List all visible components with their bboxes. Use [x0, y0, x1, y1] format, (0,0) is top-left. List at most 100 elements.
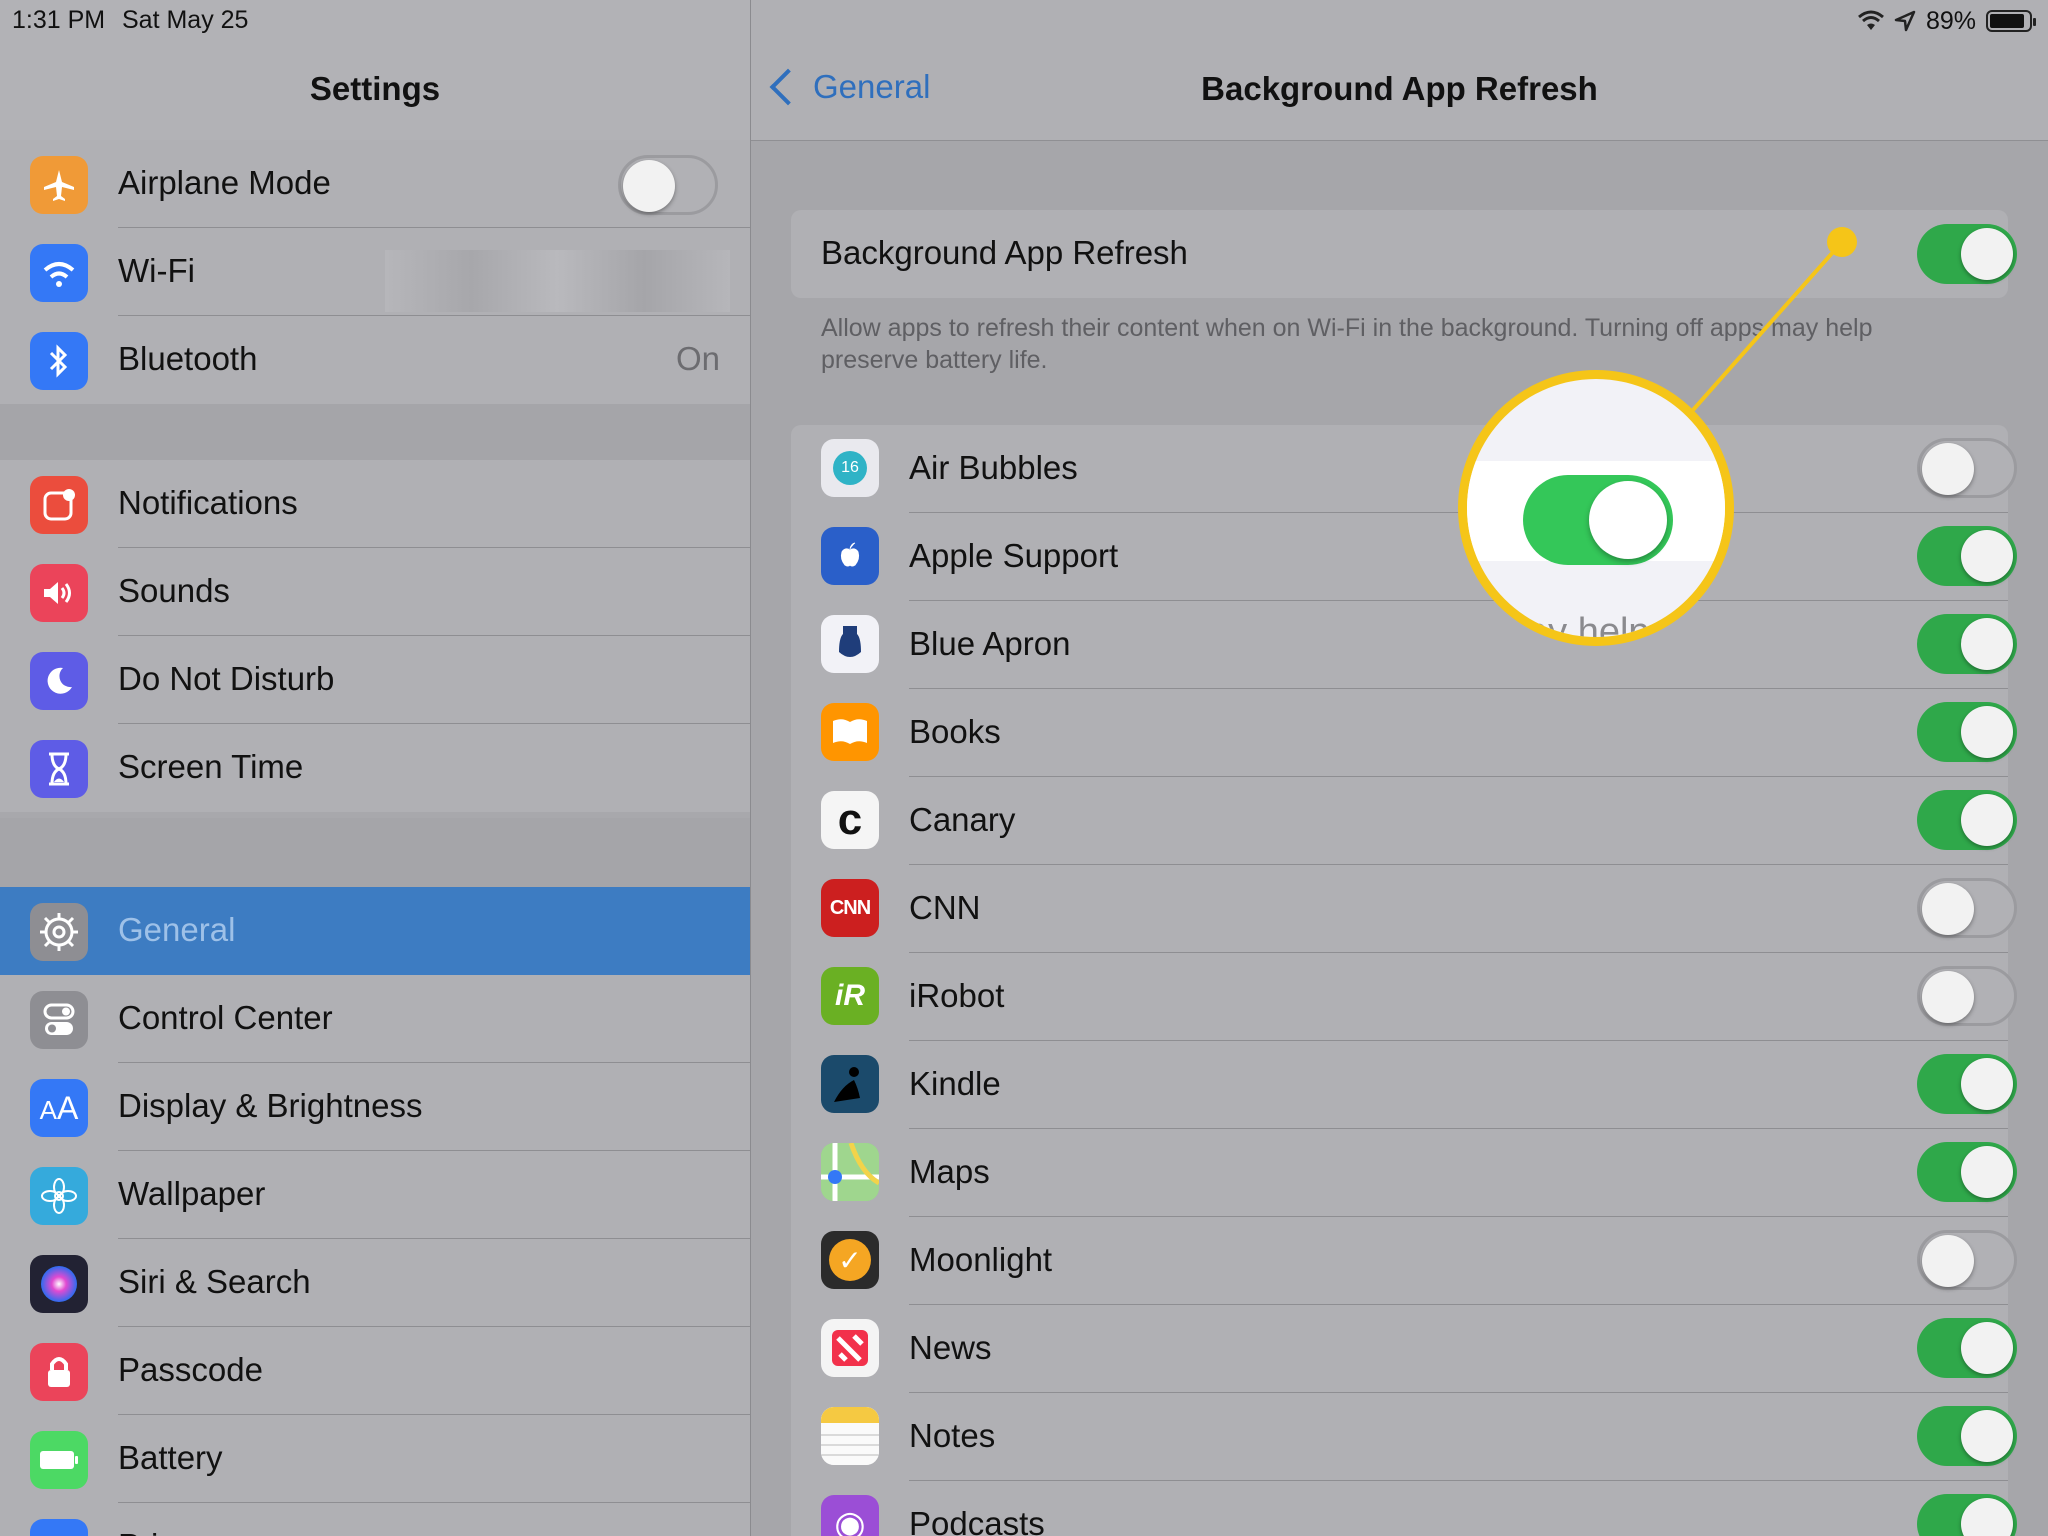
wifi-icon [1857, 10, 1884, 30]
app-name: Blue Apron [909, 625, 1071, 662]
zoomed-toggle [1523, 475, 1673, 565]
sidebar-item-sounds[interactable]: Sounds [0, 548, 750, 636]
sidebar-item-label: Siri & Search [118, 1263, 311, 1300]
app-name: CNN [909, 889, 981, 926]
toggle-knob [1961, 1498, 2013, 1536]
app-refresh-toggle[interactable] [1917, 790, 2017, 850]
app-name: News [909, 1329, 992, 1366]
canary-icon: c [821, 791, 879, 849]
app-refresh-toggle[interactable] [1917, 614, 2017, 674]
sidebar-item-label: Screen Time [118, 748, 304, 785]
toggle-knob [1961, 1322, 2013, 1374]
app-row-books: Books [791, 689, 2017, 777]
battery-percent: 89% [1925, 6, 1976, 35]
switches-icon [30, 991, 88, 1049]
notifications-icon [30, 476, 88, 534]
battery-fill [1990, 14, 2024, 28]
section-gap [0, 818, 750, 887]
sidebar-item-display-brightness[interactable]: AA Display & Brightness [0, 1063, 750, 1151]
airplane-mode-toggle[interactable] [618, 155, 718, 215]
app-name: Kindle [909, 1065, 1001, 1102]
toggle-knob [1961, 794, 2013, 846]
app-row-kindle: Kindle [791, 1041, 2017, 1129]
app-row-blue-apron: Blue Apron [791, 601, 2017, 689]
sidebar-item-label: Wallpaper [118, 1175, 266, 1212]
app-refresh-toggle[interactable] [1917, 1494, 2017, 1536]
sidebar-item-label: Sounds [118, 572, 230, 609]
app-row-news: News [791, 1305, 2017, 1393]
app-refresh-toggle[interactable] [1917, 966, 2017, 1026]
sidebar-item-do-not-disturb[interactable]: Do Not Disturb [0, 636, 750, 724]
settings-sidebar: Settings Airplane Mode Wi-Fi Bluetooth On No… [0, 0, 750, 1536]
sidebar-item-notifications[interactable]: Notifications [0, 460, 750, 548]
sidebar-item-battery[interactable]: Battery [0, 1415, 750, 1503]
status-time: 1:31 PM [12, 6, 106, 34]
app-name: iRobot [909, 977, 1005, 1014]
app-refresh-toggle[interactable] [1917, 438, 2017, 498]
sidebar-title: Settings [309, 70, 441, 107]
flower-icon [30, 1167, 88, 1225]
sidebar-item-siri-search[interactable]: Siri & Search [0, 1239, 750, 1327]
blue-apron-icon [821, 615, 879, 673]
moon-icon [30, 652, 88, 710]
app-name: Air Bubbles [909, 449, 1078, 486]
toggle-knob [1961, 706, 2013, 758]
app-refresh-toggle[interactable] [1917, 1406, 2017, 1466]
sidebar-item-label: Bluetooth [118, 340, 258, 377]
sidebar-item-label: Privacy [118, 1527, 226, 1536]
app-row-moonlight: ✓ Moonlight [791, 1217, 2017, 1305]
moonlight-icon: ✓ [821, 1231, 879, 1289]
sidebar-item-label: Display & Brightness [118, 1087, 423, 1124]
toggle-knob [623, 160, 675, 212]
app-refresh-toggle[interactable] [1917, 1318, 2017, 1378]
app-refresh-toggle[interactable] [1917, 526, 2017, 586]
app-row-apple-support: Apple Support [791, 513, 2017, 601]
app-name: Podcasts [909, 1505, 1045, 1536]
sidebar-item-screen-time[interactable]: Screen Time [0, 724, 750, 812]
news-icon [821, 1319, 879, 1377]
hand-icon [30, 1519, 88, 1536]
app-refresh-toggle[interactable] [1917, 1230, 2017, 1290]
gear-icon [30, 903, 88, 961]
sidebar-item-wallpaper[interactable]: Wallpaper [0, 1151, 750, 1239]
siri-icon [30, 1255, 88, 1313]
app-refresh-toggle[interactable] [1917, 702, 2017, 762]
battery-icon [30, 1431, 88, 1489]
notes-icon [821, 1407, 879, 1465]
app-row-air-bubbles: 16 Air Bubbles [791, 425, 2017, 513]
sidebar-item-control-center[interactable]: Control Center [0, 975, 750, 1063]
wifi-icon [30, 244, 88, 302]
toggle-knob [1961, 228, 2013, 280]
background-refresh-toggle[interactable] [1917, 224, 2017, 284]
battery-icon [1986, 10, 2036, 32]
app-refresh-toggle[interactable] [1917, 878, 2017, 938]
hourglass-icon [30, 740, 88, 798]
app-name: Apple Support [909, 537, 1119, 574]
air-bubbles-icon: 16 [821, 439, 879, 497]
sidebar-item-label: Passcode [118, 1351, 263, 1388]
footer-description: Allow apps to refresh their content when… [821, 314, 1873, 374]
sidebar-item-wi-fi[interactable]: Wi-Fi [0, 228, 750, 316]
app-row-podcasts: ◉ Podcasts [791, 1481, 2017, 1536]
app-row-maps: Maps [791, 1129, 2017, 1217]
kindle-icon [821, 1055, 879, 1113]
app-list: 16 Air Bubbles Apple Support Blue Apron Book… [791, 425, 2017, 1536]
sidebar-item-passcode[interactable]: Passcode [0, 1327, 750, 1415]
app-row-cnn: CNN CNN [791, 865, 2017, 953]
toggle-knob [1922, 971, 1974, 1023]
app-refresh-toggle[interactable] [1917, 1142, 2017, 1202]
master-toggle-row: Background App Refresh [791, 210, 2017, 298]
sidebar-item-airplane-mode[interactable]: Airplane Mode [0, 140, 750, 228]
zoom-callout: ay help [1458, 370, 1734, 646]
wifi-network-name-blurred [385, 250, 730, 312]
sounds-icon [30, 564, 88, 622]
sidebar-item-general[interactable]: General [0, 887, 750, 975]
sidebar-item-privacy[interactable]: Privacy [0, 1503, 750, 1536]
page-title: Background App Refresh [1201, 70, 1598, 107]
airplane-icon [30, 156, 88, 214]
sidebar-item-label: Do Not Disturb [118, 660, 335, 697]
sidebar-item-bluetooth[interactable]: Bluetooth On [0, 316, 750, 404]
sidebar-item-detail: On [675, 340, 720, 377]
app-refresh-toggle[interactable] [1917, 1054, 2017, 1114]
master-toggle-label: Background App Refresh [821, 234, 1188, 271]
